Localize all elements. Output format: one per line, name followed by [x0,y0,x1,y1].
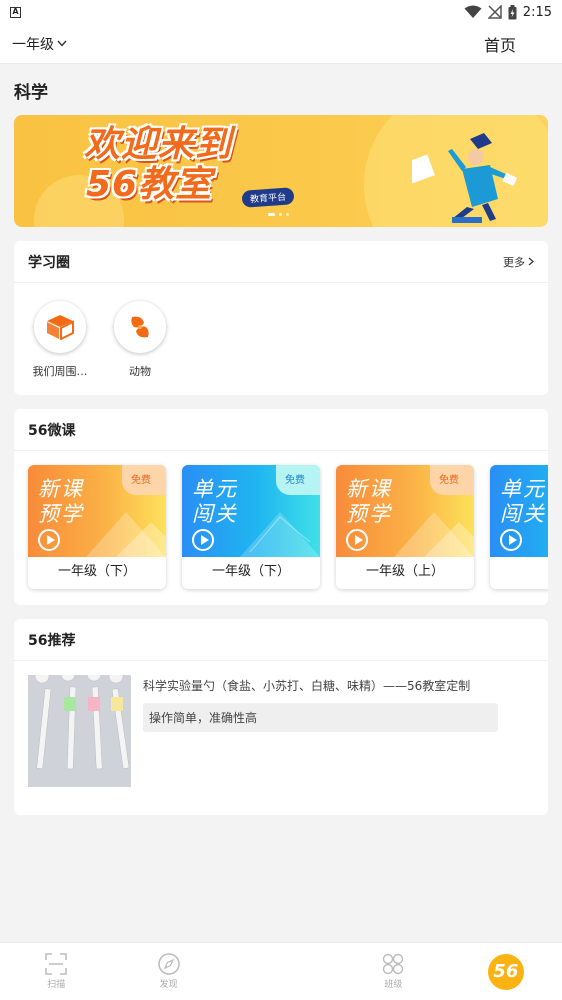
course-cover-text: 单元 闯关 [500,477,546,527]
grade-selector[interactable]: 一年级 [12,34,67,54]
study-circle-card: 学习圈 更多 我们周围… 动物 [14,241,548,395]
recommend-item-desc: 操作简单，准确性高 [143,703,498,732]
tab-label: 扫描 [47,980,66,990]
chevron-right-icon [528,257,534,266]
play-icon [500,529,522,551]
free-badge: 免费 [122,465,166,495]
more-label: 更多 [503,255,525,269]
carousel-indicator [268,213,289,216]
grid-icon [383,953,404,975]
recommend-item[interactable]: 科学实验量勺（食盐、小苏打、白糖、味精）——56教室定制 操作简单，准确性高 [14,661,548,815]
course-label: 一年级（上） [365,564,444,579]
status-right: 2:15 [464,4,552,20]
free-badge: 免费 [430,465,474,495]
course-card[interactable]: 单元 闯关 一 [490,465,548,589]
study-circle-label: 我们周围… [32,365,88,378]
micro-courses-header: 56微课 [14,409,548,451]
play-icon [192,529,214,551]
course-cover-text: 新课 预学 [38,477,84,527]
banner-carousel[interactable]: 欢迎来到 56教室 教育平台 [14,115,548,227]
top-nav: 一年级 首页 [0,24,562,64]
course-cover-line1: 单元 [500,477,546,501]
scan-icon [45,953,67,975]
course-card[interactable]: 新课 预学 免费 一年级（上） [336,465,474,589]
bottom-nav: 扫描 发现 班级 56 [0,942,562,1000]
course-cover-line2: 闯关 [192,502,238,526]
course-cover: 单元 闯关 免费 [182,465,320,557]
study-circle-list: 我们周围… 动物 [14,283,548,395]
course-card[interactable]: 新课 预学 免费 一年级（下） [28,465,166,589]
micro-courses-title: 56微课 [28,422,76,439]
recommend-title: 56推荐 [28,632,76,649]
recommend-item-title: 科学实验量勺（食盐、小苏打、白糖、味精）——56教室定制 [143,679,471,693]
course-decoration [240,512,320,557]
wifi-icon [464,5,482,18]
course-cover: 单元 闯关 [490,465,548,557]
more-link[interactable]: 更多 [503,254,534,270]
study-circle-label: 动物 [129,365,151,378]
tab-label: 发现 [159,980,178,990]
graduate-illustration-icon [412,133,518,223]
carousel-dot [286,213,289,216]
fish-icon [114,301,166,353]
banner-tag: 教育平台 [241,187,295,208]
no-signal-icon [487,5,502,19]
notification-icon: A [10,6,21,18]
course-cover-line2: 预学 [38,502,84,526]
play-icon [38,529,60,551]
course-cover-text: 单元 闯关 [192,477,238,527]
chevron-down-icon [57,40,67,47]
product-image [28,675,131,787]
course-cover-line1: 新课 [346,477,392,501]
tab-class[interactable]: 班级 [337,943,449,1000]
status-left: A [10,6,21,18]
course-list: 新课 预学 免费 一年级（下） 单元 闯关 免费 一年级（下） 新课 预学 免费… [14,451,548,605]
status-bar: A 2:15 [0,0,562,24]
course-label: 一年级（下） [211,564,290,579]
logo-56-icon: 56 [487,953,524,990]
compass-icon [157,953,180,975]
course-card[interactable]: 单元 闯关 免费 一年级（下） [182,465,320,589]
tab-discover[interactable]: 发现 [112,943,224,1000]
course-label: 一年级（下） [57,564,136,579]
page-header-title: 首页 [483,35,516,55]
play-icon [346,529,368,551]
banner-headline: 欢迎来到 56教室 [84,125,232,205]
course-decoration [86,512,166,557]
study-circle-item[interactable]: 我们周围… [32,301,88,379]
course-cover-line2: 预学 [346,502,392,526]
tab-center[interactable] [225,943,337,1000]
subject-title: 科学 [14,83,48,103]
course-cover: 新课 预学 免费 [336,465,474,557]
tab-scan[interactable]: 扫描 [0,943,112,1000]
course-cover-line1: 单元 [192,477,238,501]
cube-icon [34,301,86,353]
free-badge: 免费 [276,465,320,495]
study-circle-title: 学习圈 [28,254,70,271]
recommend-header: 56推荐 [14,619,548,661]
banner-headline-line1: 欢迎来到 [84,124,233,165]
tab-label: 班级 [384,980,403,990]
study-circle-item[interactable]: 动物 [112,301,168,379]
tab-56[interactable]: 56 [450,943,562,1000]
carousel-dot-active [268,213,275,216]
micro-courses-card: 56微课 新课 预学 免费 一年级（下） 单元 闯关 免费 一年级（下） 新课 … [14,409,548,605]
battery-icon [508,4,517,19]
recommend-info: 科学实验量勺（食盐、小苏打、白糖、味精）——56教室定制 操作简单，准确性高 [143,675,534,787]
course-cover: 新课 预学 免费 [28,465,166,557]
recommend-card: 56推荐 科学实验量勺（食盐、小苏打、白糖、味精）——56教室定制 操作简单，准… [14,619,548,815]
course-cover-line1: 新课 [38,477,84,501]
course-label: 一 [490,557,548,589]
course-cover-text: 新课 预学 [346,477,392,527]
study-circle-header: 学习圈 更多 [14,241,548,283]
carousel-dot [279,213,282,216]
clock: 2:15 [522,4,552,20]
course-cover-line2: 闯关 [500,502,546,526]
banner-headline-line2: 56教室 [86,164,213,205]
course-decoration [394,512,474,557]
grade-label: 一年级 [12,36,54,53]
